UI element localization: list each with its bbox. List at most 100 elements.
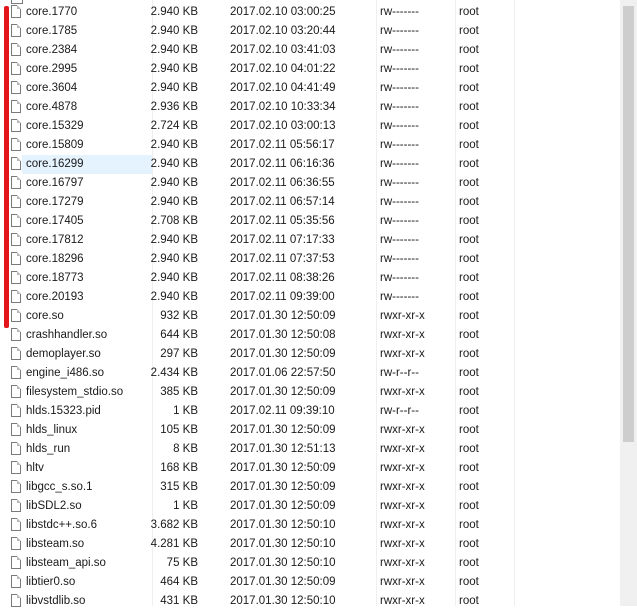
file-modified: 2017.01.30 12:50:10 — [230, 557, 336, 569]
file-row[interactable]: core.4878 2.936 KB 2017.02.10 10:33:34 rw--… — [0, 98, 620, 117]
file-name: libsteam.so — [26, 538, 85, 550]
file-row[interactable]: core.2995 2.940 KB 2017.02.10 04:01:22 rw--… — [0, 60, 620, 79]
file-permissions: rw------- — [380, 63, 419, 75]
file-owner: root — [459, 44, 479, 56]
file-name: libstdc++.so.6 — [26, 519, 97, 531]
file-row[interactable]: core.15809 2.940 KB 2017.02.11 05:56:17 rw-… — [0, 136, 620, 155]
file-permissions: rwxr-xr-x — [380, 348, 425, 360]
file-icon — [11, 328, 21, 341]
file-row[interactable]: libsteam_api.so 75 KB 2017.01.30 12:50:10 r… — [0, 554, 620, 573]
file-permissions: rw-r--r-- — [380, 367, 419, 379]
file-permissions: rw------- — [380, 253, 419, 265]
file-row[interactable]: core.1770 2.940 KB 2017.02.10 03:00:25 rw--… — [0, 3, 620, 22]
file-modified: 2017.02.10 10:33:34 — [230, 101, 336, 113]
file-permissions: rwxr-xr-x — [380, 519, 425, 531]
file-row[interactable]: core.20193 2.940 KB 2017.02.11 09:39:00 rw-… — [0, 288, 620, 307]
file-row[interactable]: libgcc_s.so.1 315 KB 2017.01.30 12:50:09 rw… — [0, 478, 620, 497]
file-row[interactable]: libSDL2.so 1 KB 2017.01.30 12:50:09 rwxr-xr… — [0, 497, 620, 516]
file-name: core.18296 — [26, 253, 84, 265]
file-permissions: rw------- — [380, 291, 419, 303]
file-modified: 2017.02.11 07:37:53 — [230, 253, 335, 265]
file-icon — [11, 176, 21, 189]
file-name: libgcc_s.so.1 — [26, 481, 93, 493]
file-icon — [11, 518, 21, 531]
file-icon — [11, 556, 21, 569]
file-size: 2.940 KB — [150, 82, 198, 94]
file-modified: 2017.02.10 03:00:25 — [230, 6, 336, 18]
file-name: core.15809 — [26, 139, 84, 151]
file-size: 932 KB — [160, 310, 198, 322]
file-permissions: rwxr-xr-x — [380, 595, 425, 607]
file-modified: 2017.02.11 07:17:33 — [230, 234, 335, 246]
file-permissions: rwxr-xr-x — [380, 557, 425, 569]
file-permissions: rwxr-xr-x — [380, 310, 425, 322]
file-permissions: rw------- — [380, 215, 419, 227]
file-size: 2.940 KB — [150, 253, 198, 265]
file-row[interactable]: hltv 168 KB 2017.01.30 12:50:09 rwxr-xr-x ro… — [0, 459, 620, 478]
file-icon — [11, 119, 21, 132]
file-row[interactable]: core.18773 2.940 KB 2017.02.11 08:38:26 rw-… — [0, 269, 620, 288]
file-name: hltv — [26, 462, 44, 474]
file-row[interactable]: libvstdlib.so 431 KB 2017.01.30 12:50:10 rw… — [0, 592, 620, 611]
file-size: 75 KB — [166, 557, 198, 569]
file-row[interactable]: crashhandler.so 644 KB 2017.01.30 12:50:08… — [0, 326, 620, 345]
file-icon — [11, 366, 21, 379]
file-row[interactable]: core.2384 2.940 KB 2017.02.10 03:41:03 rw--… — [0, 41, 620, 60]
file-owner: root — [459, 6, 479, 18]
file-row[interactable]: core.17279 2.940 KB 2017.02.11 06:57:14 rw-… — [0, 193, 620, 212]
file-row[interactable]: hlds_run 8 KB 2017.01.30 12:51:13 rwxr-xr-x… — [0, 440, 620, 459]
file-row[interactable]: hlds.15323.pid 1 KB 2017.02.11 09:39:10 rw-… — [0, 402, 620, 421]
file-size: 2.940 KB — [150, 44, 198, 56]
file-row[interactable]: libtier0.so 464 KB 2017.01.30 12:50:09 rwxr… — [0, 573, 620, 592]
file-permissions: rwxr-xr-x — [380, 481, 425, 493]
file-row[interactable]: core.1785 2.940 KB 2017.02.10 03:20:44 rw--… — [0, 22, 620, 41]
file-row[interactable]: core.3604 2.940 KB 2017.02.10 04:41:49 rw--… — [0, 79, 620, 98]
file-name: core.2384 — [26, 44, 78, 56]
file-modified: 2017.02.10 03:00:13 — [230, 120, 336, 132]
file-row[interactable]: core.16797 2.940 KB 2017.02.11 06:36:55 rw-… — [0, 174, 620, 193]
file-name: core.15329 — [26, 120, 84, 132]
file-permissions: rw-r--r-- — [380, 405, 419, 417]
file-size: 1 KB — [173, 500, 198, 512]
scrollbar-thumb[interactable] — [623, 6, 634, 442]
file-icon — [11, 290, 21, 303]
file-modified: 2017.01.30 12:50:09 — [230, 348, 336, 360]
file-row[interactable]: hlds_linux 105 KB 2017.01.30 12:50:09 rwxr-… — [0, 421, 620, 440]
file-name: core.17812 — [26, 234, 84, 246]
file-permissions: rwxr-xr-x — [380, 424, 425, 436]
file-row[interactable]: core.so 932 KB 2017.01.30 12:50:09 rwxr-xr-… — [0, 307, 620, 326]
file-size: 2.940 KB — [150, 196, 198, 208]
file-name: core.1785 — [26, 25, 78, 37]
file-row[interactable]: core.17405 2.708 KB 2017.02.11 05:35:56 rw-… — [0, 212, 620, 231]
file-size: 2.724 KB — [150, 120, 198, 132]
file-icon — [11, 575, 21, 588]
file-owner: root — [459, 101, 479, 113]
file-modified: 2017.02.11 05:56:17 — [230, 139, 335, 151]
file-name: core.17279 — [26, 196, 84, 208]
file-row[interactable]: core.18296 2.940 KB 2017.02.11 07:37:53 rw-… — [0, 250, 620, 269]
file-owner: root — [459, 329, 479, 341]
file-permissions: rw------- — [380, 120, 419, 132]
file-icon — [11, 157, 21, 170]
file-name: filesystem_stdio.so — [26, 386, 124, 398]
file-modified: 2017.02.10 04:01:22 — [230, 63, 336, 75]
file-owner: root — [459, 291, 479, 303]
file-name: crashhandler.so — [26, 329, 108, 341]
file-row[interactable]: demoplayer.so 297 KB 2017.01.30 12:50:09 rw… — [0, 345, 620, 364]
file-row[interactable]: core.15329 2.724 KB 2017.02.10 03:00:13 rw-… — [0, 117, 620, 136]
file-name: core.so — [26, 310, 64, 322]
file-row[interactable]: core.17812 2.940 KB 2017.02.11 07:17:33 rw-… — [0, 231, 620, 250]
file-permissions: rw------- — [380, 82, 419, 94]
file-row[interactable]: filesystem_stdio.so 385 KB 2017.01.30 12:5… — [0, 383, 620, 402]
file-icon — [11, 214, 21, 227]
file-icon — [11, 138, 21, 151]
file-row[interactable]: libstdc++.so.6 3.682 KB 2017.01.30 12:50:1… — [0, 516, 620, 535]
file-owner: root — [459, 348, 479, 360]
file-row[interactable]: engine_i486.so 2.434 KB 2017.01.06 22:57:5… — [0, 364, 620, 383]
file-modified: 2017.01.30 12:50:08 — [230, 329, 336, 341]
file-name: core.16797 — [26, 177, 84, 189]
file-row[interactable]: core.16299 2.940 KB 2017.02.11 06:16:36 rw-… — [0, 155, 620, 174]
file-modified: 2017.02.11 09:39:10 — [230, 405, 335, 417]
annotation-mark — [4, 6, 9, 328]
file-row[interactable]: libsteam.so 4.281 KB 2017.01.30 12:50:10 rw… — [0, 535, 620, 554]
